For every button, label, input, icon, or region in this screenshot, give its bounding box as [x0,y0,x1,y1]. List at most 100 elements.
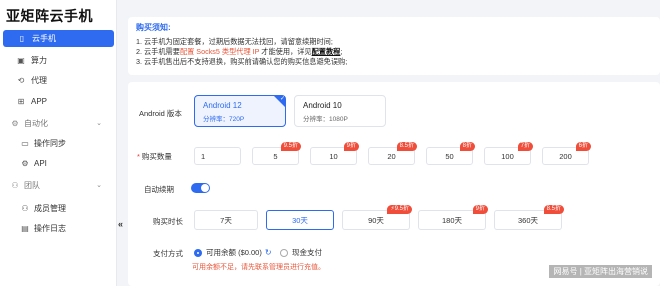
pay-balance-radio[interactable]: 可用余额 ($0.00) ↻ [194,247,272,258]
version-name: Android 10 [303,101,342,110]
sidebar-item-label: 云手机 [32,34,56,43]
quantity-option-5[interactable]: 5 9.5折 [252,142,301,165]
sidebar-item-label: 代理 [31,76,47,85]
sidebar-group-label: 自动化 [24,118,48,128]
refresh-icon[interactable]: ↻ [265,248,272,257]
android-version-label: Android 版本 [139,109,182,118]
sidebar-item-label: 操作同步 [34,138,66,148]
notice-line-1: 1. 云手机为固定套餐，过期后数据无法找回，请留意续期时间; [136,37,333,46]
duration-option-7d[interactable]: 7天 [194,210,258,230]
radio-label: 可用余额 ($0.00) [206,248,262,257]
notice-title: 购买须知: [136,23,171,32]
version-resolution: 分辨率：720P [203,116,245,123]
sidebar-item-proxy[interactable]: ⟲ 代理 [2,72,114,89]
automation-icon: ⚙ [11,118,19,128]
sidebar-item-label: APP [31,97,48,106]
auto-renew-label: 自动续期 [144,185,174,194]
brand-logo: 亚矩阵云手机 [6,8,93,24]
discount-badge: 8.5折 [396,142,417,151]
api-icon: ⚙ [21,158,29,168]
sidebar-collapse-button[interactable]: « [118,219,123,229]
duration-option-180d[interactable]: 180天 9折 [418,205,488,230]
sidebar-item-cloud-phone[interactable]: ▯ 云手机 [3,30,114,47]
quantity-option-10[interactable]: 10 9折 [310,142,359,165]
option-label: 10 [329,151,338,161]
quantity-option-50[interactable]: 50 8折 [426,142,475,165]
discount-badge: 9折 [343,142,359,151]
option-label: 200 [559,151,572,161]
discount-badge: 9.5折 [280,142,301,151]
version-option-android-10[interactable]: Android 10 分辨率：1080P [294,95,386,127]
check-icon: ✓ [279,96,285,102]
config-tutorial-link[interactable]: 配置教程 [312,47,341,56]
option-label: 180天 [441,215,462,225]
chevron-down-icon: ⌄ [96,120,102,127]
notice-line-3: 3. 云手机售出后不支持退换，购买前请确认您的购买信息避免误购; [136,57,348,66]
sidebar-group-team[interactable]: ⚇ 团队 ⌄ [2,178,114,192]
balance-warning: 可用余额不足，请先联系管理员进行充值。 [192,264,325,271]
duration-option-360d[interactable]: 360天 8.5折 [494,205,564,230]
sidebar-item-operation-sync[interactable]: ▭ 操作同步 [2,135,114,151]
watermark: 网易号 | 亚矩阵出海营销说 [549,265,652,278]
option-label: 30天 [292,215,308,225]
duration-option-90d[interactable]: 90天 ⚡9.5折 [342,205,412,230]
quantity-option-200[interactable]: 200 6折 [542,142,591,165]
chevron-down-icon: ⌄ [96,182,102,189]
sidebar-item-label: 算力 [31,56,47,65]
discount-badge: 7折 [517,142,533,151]
proxy-icon: ⟲ [17,76,25,85]
app-grid-icon: ⊞ [17,97,25,106]
payment-method-label: 支付方式 [153,249,183,258]
sidebar-item-label: 成员管理 [34,203,66,213]
sidebar-item-api[interactable]: ⚙ API [2,155,114,171]
quantity-option-100[interactable]: 100 7折 [484,142,533,165]
sidebar-item-operation-log[interactable]: ▤ 操作日志 [2,220,114,236]
sidebar-group-automation[interactable]: ⚙ 自动化 ⌄ [2,116,114,130]
option-label: 5 [273,151,278,161]
sidebar-item-compute[interactable]: ▣ 算力 [2,52,114,69]
quantity-input[interactable]: 1 [194,147,241,165]
radio-label: 现金支付 [292,248,322,257]
phone-icon: ▯ [19,34,25,43]
sidebar-item-members[interactable]: ⚇ 成员管理 [2,200,114,216]
radio-checked-icon [194,248,202,257]
discount-badge: 8折 [459,142,475,151]
sidebar-item-label: API [34,158,47,168]
notice-text: ; [340,47,343,56]
discount-badge: ⚡9.5折 [387,205,412,214]
team-icon: ⚇ [11,180,19,190]
option-label: 7天 [220,215,232,225]
discount-badge: 8.5折 [543,205,564,214]
sync-icon: ▭ [21,138,29,148]
log-icon: ▤ [21,223,29,233]
radio-unchecked-icon [280,248,288,257]
option-label: 360天 [517,215,538,225]
notice-text: 2. 云手机需要 [136,47,180,56]
sidebar-item-label: 操作日志 [34,223,66,233]
notice-text: 才能使用，详见 [259,47,312,56]
version-name: Android 12 [203,101,242,110]
duration-option-30d[interactable]: 30天 [266,210,334,230]
option-label: 20 [387,151,396,161]
option-label: 90天 [368,215,384,225]
purchase-notice: 购买须知: 1. 云手机为固定套餐，过期后数据无法找回，请留意续期时间; 2. … [128,17,660,75]
proxy-highlight: 配置 Socks5 类型代理 IP [179,47,260,56]
members-icon: ⚇ [21,203,29,213]
pay-cash-radio[interactable]: 现金支付 [280,247,322,258]
discount-badge: 6折 [575,142,591,151]
option-label: 50 [445,151,454,161]
sidebar-item-app[interactable]: ⊞ APP [2,93,114,110]
version-option-android-12[interactable]: ✓ Android 12 分辨率：720P [194,95,286,127]
sidebar: 亚矩阵云手机 ▯ 云手机 ▣ 算力 ⟲ 代理 ⊞ APP ⚙ 自动化 ⌄ ▭ 操… [0,0,117,286]
duration-label: 购买时长 [153,217,183,226]
auto-renew-toggle[interactable] [191,183,210,193]
compute-icon: ▣ [17,56,25,65]
quantity-label: * 购买数量 [137,152,172,161]
sidebar-group-label: 团队 [24,180,40,190]
quantity-option-20[interactable]: 20 8.5折 [368,142,417,165]
version-resolution: 分辨率：1080P [303,116,348,123]
toggle-knob [201,184,209,192]
option-label: 100 [501,151,514,161]
discount-badge: 9折 [472,205,488,214]
notice-line-2: 2. 云手机需要配置 Socks5 类型代理 IP 才能使用，详见配置教程; [136,47,652,57]
